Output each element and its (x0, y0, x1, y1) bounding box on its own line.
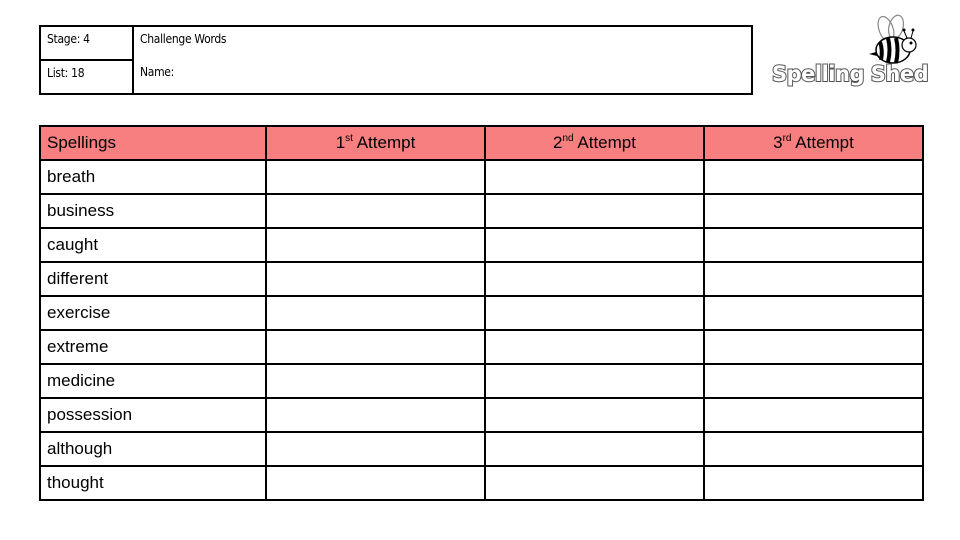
sheet-title: Challenge Words (140, 32, 227, 46)
attempt-1-cell[interactable] (265, 295, 486, 331)
attempt-2-cell[interactable] (484, 329, 705, 365)
attempt-2-cell[interactable] (484, 397, 705, 433)
attempt-2-cell[interactable] (484, 193, 705, 229)
attempt-1-cell[interactable] (265, 329, 486, 365)
attempt-1-cell[interactable] (265, 227, 486, 263)
spelling-word: medicine (39, 363, 267, 399)
attempt-2-cell[interactable] (484, 465, 705, 501)
spelling-word: extreme (39, 329, 267, 365)
attempt-2-cell[interactable] (484, 295, 705, 331)
spelling-word: business (39, 193, 267, 229)
spelling-word: thought (39, 465, 267, 501)
attempt-3-cell[interactable] (703, 431, 924, 467)
attempt-2-cell[interactable] (484, 159, 705, 195)
header-attempt-2: 2nd Attempt (484, 125, 705, 161)
header-attempt-3: 3rd Attempt (703, 125, 924, 161)
spelling-word: different (39, 261, 267, 297)
attempt-3-cell[interactable] (703, 159, 924, 195)
attempt-3-cell[interactable] (703, 295, 924, 331)
name-label: Name: (140, 65, 174, 79)
attempt-3-cell[interactable] (703, 261, 924, 297)
table-header-row: Spellings 1st Attempt 2nd Attempt 3rd At… (39, 125, 924, 161)
attempt-3-cell[interactable] (703, 193, 924, 229)
attempt-2-cell[interactable] (484, 431, 705, 467)
table-row: medicine (39, 363, 924, 399)
table-row: possession (39, 397, 924, 433)
spelling-shed-logo: Spelling Shed (770, 12, 932, 98)
attempt-1-cell[interactable] (265, 363, 486, 399)
attempt-3-cell[interactable] (703, 329, 924, 365)
table-row: breath (39, 159, 924, 195)
spelling-word: exercise (39, 295, 267, 331)
bee-icon (869, 14, 917, 64)
table-row: extreme (39, 329, 924, 365)
stage-label: Stage: 4 (47, 32, 90, 46)
info-divider-horizontal (41, 59, 134, 61)
attempt-2-cell[interactable] (484, 363, 705, 399)
attempt-3-cell[interactable] (703, 465, 924, 501)
spelling-table: Spellings 1st Attempt 2nd Attempt 3rd At… (39, 125, 924, 501)
header-attempt-1: 1st Attempt (265, 125, 486, 161)
attempt-2-cell[interactable] (484, 227, 705, 263)
attempt-1-cell[interactable] (265, 193, 486, 229)
attempt-1-cell[interactable] (265, 465, 486, 501)
list-label: List: 18 (47, 66, 85, 80)
attempt-1-cell[interactable] (265, 397, 486, 433)
logo-text: Spelling Shed (771, 61, 930, 87)
attempt-3-cell[interactable] (703, 227, 924, 263)
attempt-3-cell[interactable] (703, 397, 924, 433)
attempt-2-cell[interactable] (484, 261, 705, 297)
spelling-word: breath (39, 159, 267, 195)
table-row: although (39, 431, 924, 467)
spelling-word: caught (39, 227, 267, 263)
spelling-word: although (39, 431, 267, 467)
table-row: different (39, 261, 924, 297)
table-row: caught (39, 227, 924, 263)
table-row: business (39, 193, 924, 229)
attempt-3-cell[interactable] (703, 363, 924, 399)
attempt-1-cell[interactable] (265, 261, 486, 297)
info-box: Stage: 4 List: 18 Challenge Words Name: (39, 25, 753, 95)
table-row: thought (39, 465, 924, 501)
attempt-1-cell[interactable] (265, 159, 486, 195)
header-spellings: Spellings (39, 125, 267, 161)
attempt-1-cell[interactable] (265, 431, 486, 467)
spelling-word: possession (39, 397, 267, 433)
table-row: exercise (39, 295, 924, 331)
